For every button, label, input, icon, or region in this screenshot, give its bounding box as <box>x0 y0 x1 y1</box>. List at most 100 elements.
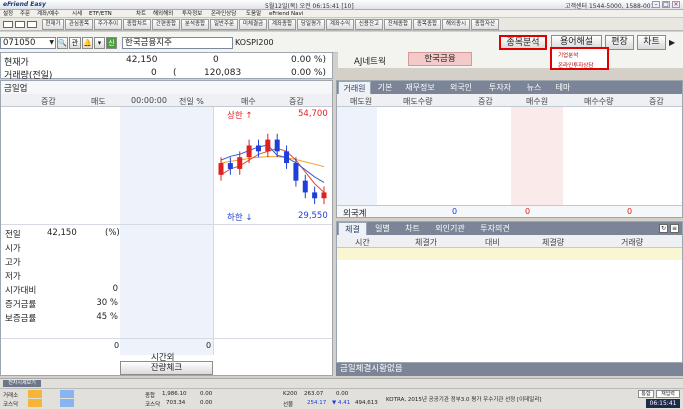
futures-change: ▼ 4.41 <box>332 400 351 406</box>
toolbar-button[interactable]: 종합자산 <box>471 19 499 30</box>
toolbar-button[interactable]: 종목종합 <box>413 19 441 30</box>
stock-name-field[interactable]: 한국금융지주 <box>122 37 233 49</box>
stat-value: 42,150 <box>47 228 77 238</box>
toolbar-button[interactable]: 잔체종합 <box>384 19 412 30</box>
sector-row: AJ네트웍 한국금융 <box>338 52 683 68</box>
price-summary-panel: 현재가 42,150 0 0.00 %) 거래량(전일) 0 ( 120,083… <box>0 52 333 81</box>
menu-item[interactable]: 해외해외 <box>153 10 173 18</box>
chevron-right-icon[interactable]: ▶ <box>669 38 675 47</box>
tab-broker[interactable]: 외국인 <box>442 81 480 94</box>
settings-icon[interactable]: ≡ <box>670 224 679 233</box>
edit-layout-button[interactable]: 편장 <box>605 35 634 50</box>
balance-check-button[interactable]: 잔량체크 <box>120 361 213 375</box>
menu-item[interactable]: 설정 <box>3 10 13 18</box>
kosdaq-change: 0.00 <box>200 400 213 406</box>
menu-item[interactable]: 계좌/예수 <box>37 10 59 18</box>
toolbar-button[interactable]: 당일평가 <box>297 19 325 30</box>
toolbar-button[interactable]: 종합차트 <box>123 19 151 30</box>
hdr-sell-diff: 증감 <box>478 97 493 106</box>
kospi-value: 1,986.10 <box>162 391 187 397</box>
candle-body <box>246 145 252 158</box>
kosdaq-row-label: 코스닥 <box>3 402 19 408</box>
sell-column-bg <box>120 107 213 355</box>
toolbar-button[interactable]: 분석종합 <box>181 19 209 30</box>
trade-row-selected[interactable] <box>337 248 682 260</box>
stat-label: 시가대비 <box>5 286 37 296</box>
search-icon[interactable]: 🔍 <box>57 37 68 49</box>
sector-label[interactable]: AJ네트웍 <box>354 55 386 67</box>
reenter-button[interactable]: 재입력 <box>656 390 680 398</box>
stock-code[interactable]: 071050 <box>3 38 35 48</box>
candle-body <box>274 139 280 152</box>
tab-trade[interactable]: 외인기관 <box>428 222 472 235</box>
futures-value: 254.17 <box>307 400 327 406</box>
menu-item[interactable]: 주문 <box>20 10 30 18</box>
menu-item[interactable]: 차트 <box>136 10 146 18</box>
news-ticker[interactable]: 금일체결시황없음 <box>336 363 683 376</box>
menu-item[interactable]: eFriend Navi <box>269 10 303 18</box>
home-icon[interactable] <box>3 21 13 28</box>
futures-volume: 494,613 <box>355 400 378 406</box>
alarm-bell-icon[interactable]: 🔔 <box>82 37 93 49</box>
toolbar-button[interactable]: 일반주문 <box>210 19 238 30</box>
tab-broker[interactable]: 뉴스 <box>520 81 548 94</box>
menu-item[interactable]: 도움말 <box>246 10 261 18</box>
menu-item[interactable]: 투자정보 <box>182 10 202 18</box>
foreign-sell: 0 <box>452 207 458 216</box>
minimize-icon[interactable]: – <box>652 1 660 8</box>
toolbar-button[interactable]: 신용잔고 <box>355 19 383 30</box>
menu-item[interactable]: 시세 <box>72 10 82 18</box>
tab-broker[interactable]: 투자자 <box>481 81 519 94</box>
tab-trade[interactable]: 차트 <box>398 222 427 235</box>
hdr-buy: 매수 <box>241 97 256 106</box>
popup-item-company-analysis[interactable]: 기업분석 <box>552 49 607 59</box>
candle-body <box>321 192 327 199</box>
hdr-trade-price: 체결가 <box>415 238 438 247</box>
tab-broker[interactable]: 거래원 <box>338 81 371 94</box>
toolbar-button[interactable]: 계좌수익 <box>326 19 354 30</box>
menu-item[interactable]: 온라인상담 <box>211 10 236 18</box>
tab-broker[interactable]: 재무정보 <box>399 81 441 94</box>
stat-label: 증거금률 <box>5 300 37 310</box>
close-icon[interactable]: × <box>672 1 680 8</box>
hdr-seller: 매도원 <box>350 97 373 106</box>
screen-icon[interactable] <box>27 21 37 28</box>
stat-label: 보증금률 <box>5 314 37 324</box>
maximize-icon[interactable]: □ <box>662 1 670 8</box>
integrated-button[interactable]: 통합 <box>638 390 654 398</box>
tab-trade[interactable]: 체결 <box>338 222 367 235</box>
toolbar-button[interactable]: 해외종시 <box>442 19 470 30</box>
tab-trade[interactable]: 일별 <box>368 222 397 235</box>
chart-button[interactable]: 차트 <box>637 35 666 50</box>
hdr-sell-qty: 매도수량 <box>403 97 433 106</box>
volume-pct: 0.00 %) <box>291 68 326 78</box>
kosdaq-box-1 <box>28 399 42 407</box>
stock-type-label[interactable]: 관 <box>69 37 81 49</box>
related-stock-tab[interactable]: 한국금융 <box>408 52 472 66</box>
stock-analysis-button[interactable]: 종목분석 <box>499 35 547 50</box>
status-news[interactable]: KOTRA, 2015년 공공기관 정부3.0 평가 우수기관 선정 [이데일리… <box>386 395 542 403</box>
hdr-trade-qty: 체결량 <box>542 238 565 247</box>
toolbar-button[interactable]: 계좌종합 <box>268 19 296 30</box>
credit-icon[interactable]: 신 <box>106 37 117 49</box>
popup-item-online-advice[interactable]: 온라인투자상담 <box>552 59 607 69</box>
dropdown-icon[interactable]: ▾ <box>94 37 105 49</box>
candle-body <box>312 192 318 199</box>
toolbar-button[interactable]: 간편종합 <box>152 19 180 30</box>
layout-icon[interactable] <box>15 21 25 28</box>
menu-item[interactable]: ETF/ETN <box>89 10 112 18</box>
tab-broker[interactable]: 기본 <box>372 81 398 94</box>
refresh-icon[interactable]: ↻ <box>659 224 668 233</box>
stat-label: 전일 <box>5 230 21 240</box>
tab-broker[interactable]: 테마 <box>549 81 577 94</box>
toolbar-button[interactable]: 주가추이 <box>94 19 122 30</box>
tab-trade[interactable]: 투자의견 <box>473 222 517 235</box>
stock-code-input[interactable]: 071050 ▼ <box>0 37 56 49</box>
toolbar-button[interactable]: 미체결금 <box>239 19 267 30</box>
k200-change: 0.00 <box>336 391 349 397</box>
toolbar-button[interactable]: 관심종목 <box>65 19 93 30</box>
broker-header: 매도원 매도수량 증감 매수원 매수수량 증감 <box>337 94 682 107</box>
hdr-buy-qty: 매수수량 <box>584 97 614 106</box>
toolbar-button[interactable]: 현재가 <box>42 19 64 30</box>
realtime-quote-button[interactable]: 전자시세보기 <box>3 380 41 387</box>
